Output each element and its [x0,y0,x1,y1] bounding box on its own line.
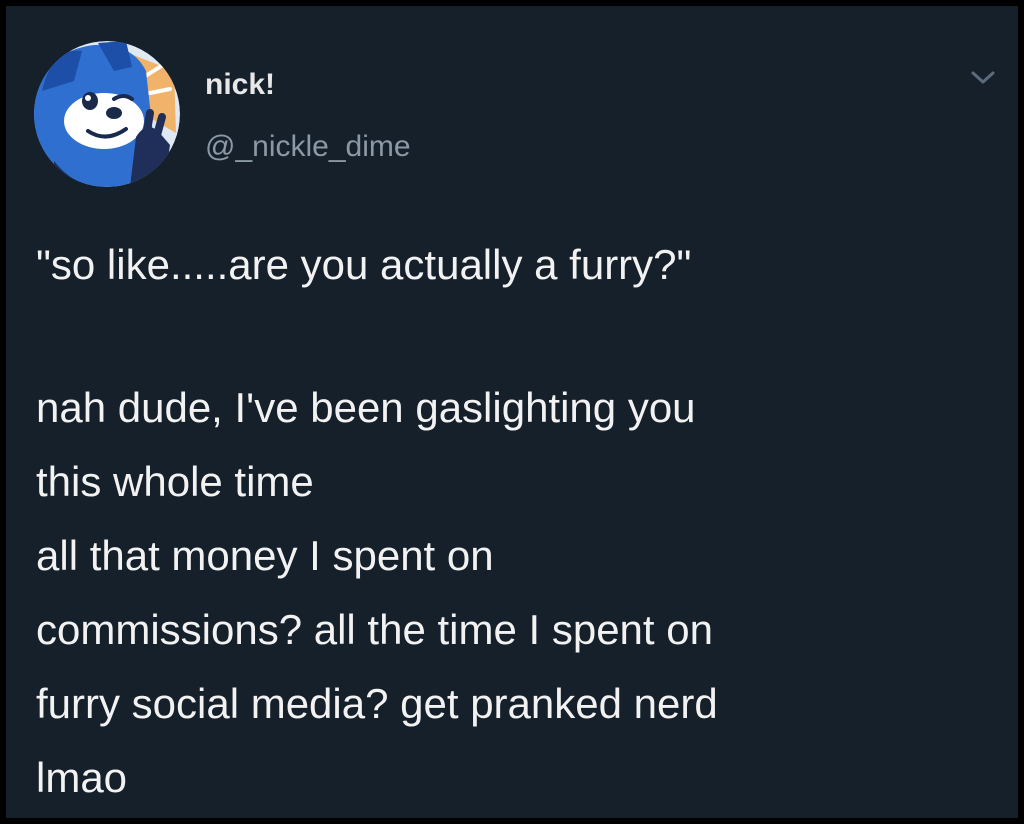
author-handle[interactable]: @_nickle_dime [205,130,411,164]
tweet-body: nah dude, I've been gaslighting you this… [36,371,996,815]
tweet-body-line: commissions? all the time I spent on [36,606,713,653]
tweet-body-line: nah dude, I've been gaslighting you [36,384,696,431]
tweet-menu-button[interactable] [970,68,996,88]
author-display-name[interactable]: nick! [205,68,275,102]
tweet-body-line: furry social media? get pranked nerd [36,680,718,727]
tweet-body-line: all that money I spent on [36,532,494,579]
tweet-body-line: lmao [36,754,128,801]
tweet-body-line: this whole time [36,458,314,505]
tweet-card: nick! @_nickle_dime "so like.....are you… [6,6,1018,818]
chevron-down-icon [971,71,995,84]
blue-fox-avatar-icon [34,41,180,187]
avatar[interactable] [34,41,180,187]
tweet-quote-line: "so like.....are you actually a furry?" [36,241,692,288]
